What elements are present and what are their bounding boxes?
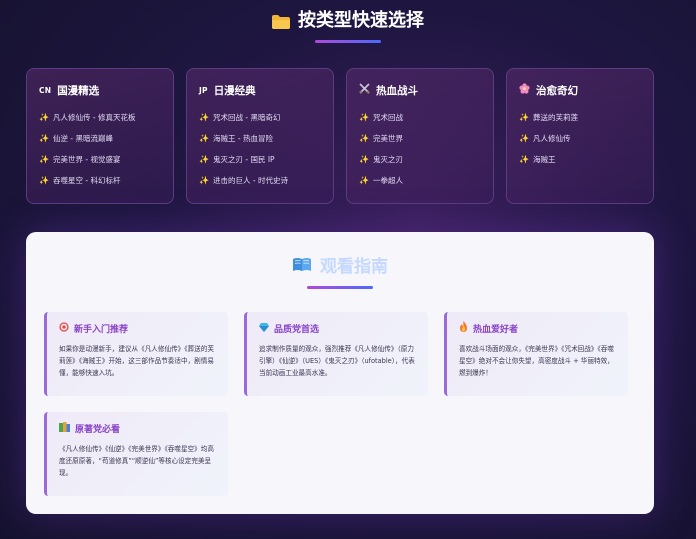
category-item[interactable]: ✨ 一拳超人: [359, 170, 481, 191]
guide-card-action[interactable]: 热血爱好者 喜欢战斗场面的观众，《完美世界》《咒术回战》《吞噬星空》绝对不会让你…: [444, 312, 628, 396]
category-item-label: 进击的巨人 - 时代史诗: [212, 176, 288, 185]
guide-card-text: 如果你是动漫新手，建议从《凡人修仙传》《葬送的芙莉莲》《海贼王》开始，这三部作品…: [59, 345, 214, 377]
category-item-label: 仙逆 - 黑暗流巅峰: [52, 134, 113, 143]
category-head: 热血战斗: [359, 83, 481, 97]
category-card-battle[interactable]: 热血战斗 ✨ 咒术回战 ✨ 完美世界 ✨ 鬼灭之刃 ✨ 一拳超人: [346, 68, 494, 204]
guide-card-source[interactable]: 原著党必看 《凡人修仙传》《仙逆》《完美世界》《吞噬星空》均高度还原原著，“苟道…: [44, 412, 228, 496]
sparkle-icon: ✨: [359, 134, 369, 143]
category-title: 治愈奇幻: [536, 84, 578, 97]
guide-card-quality[interactable]: 品质党首选 追求制作质量的观众，强烈推荐《凡人修仙传》（原力引擎）《仙逆》（UE…: [244, 312, 428, 396]
panel-title-text: 观看指南: [320, 257, 388, 277]
category-card-healing[interactable]: 治愈奇幻 ✨ 葬送的芙莉莲 ✨ 凡人修仙传 ✨ 海贼王: [506, 68, 654, 204]
category-item[interactable]: ✨ 凡人修仙传 - 修真天花板: [39, 107, 161, 128]
header-underline: [315, 40, 381, 43]
open-book-icon: [292, 256, 312, 278]
books-icon: [59, 421, 70, 435]
category-item-label: 凡人修仙传 - 修真天花板: [52, 113, 136, 122]
sparkle-icon: ✨: [359, 155, 369, 164]
guide-card-title: 原著党必看: [59, 421, 218, 435]
category-item[interactable]: ✨ 鬼灭之刃: [359, 149, 481, 170]
guide-card-title-text: 品质党首选: [274, 324, 320, 335]
sparkle-icon: ✨: [39, 155, 49, 164]
guide-card-title-text: 新手入门推荐: [74, 324, 129, 335]
category-item-label: 鬼灭之刃: [372, 155, 403, 164]
guide-card-title-text: 原著党必看: [75, 424, 121, 435]
sparkle-icon: ✨: [199, 155, 209, 164]
category-title: 日漫经典: [213, 84, 256, 97]
guide-card-beginner[interactable]: 新手入门推荐 如果你是动漫新手，建议从《凡人修仙传》《葬送的芙莉莲》《海贼王》开…: [44, 312, 228, 396]
guide-card-title: 热血爱好者: [459, 321, 618, 335]
sparkle-icon: ✨: [199, 134, 209, 143]
jp-flag-icon: JP: [199, 85, 208, 95]
category-head: 治愈奇幻: [519, 83, 641, 97]
viewing-guide-panel: 观看指南 新手入门推荐 如果你是动漫新手，建议从《凡人修仙传》《葬送的芙莉莲》《…: [26, 232, 654, 514]
sparkle-icon: ✨: [519, 134, 529, 143]
category-item[interactable]: ✨ 吞噬星空 - 科幻标杆: [39, 170, 161, 191]
folder-icon: [272, 14, 290, 29]
section-header: 按类型快速选择: [0, 8, 696, 43]
sparkle-icon: ✨: [519, 113, 529, 122]
category-item[interactable]: ✨ 海贼王 - 热血冒险: [199, 128, 321, 149]
category-item-label: 完美世界: [372, 134, 403, 143]
guide-card-title: 新手入门推荐: [59, 321, 218, 335]
category-item-label: 凡人修仙传: [532, 134, 571, 143]
blossom-icon: [519, 83, 530, 97]
guide-card-text: 喜欢战斗场面的观众，《完美世界》《咒术回战》《吞噬星空》绝对不会让你失望，高密度…: [459, 345, 614, 377]
fire-icon: [459, 321, 468, 335]
page-title: 按类型快速选择: [272, 8, 424, 34]
category-item[interactable]: ✨ 凡人修仙传: [519, 128, 641, 149]
sparkle-icon: ✨: [39, 113, 49, 122]
category-item[interactable]: ✨ 咒术回战 - 黑暗奇幻: [199, 107, 321, 128]
category-item-label: 海贼王 - 热血冒险: [212, 134, 273, 143]
category-item[interactable]: ✨ 进击的巨人 - 时代史诗: [199, 170, 321, 191]
category-item-label: 吞噬星空 - 科幻标杆: [52, 176, 121, 185]
category-item[interactable]: ✨ 海贼王: [519, 149, 641, 170]
cn-flag-icon: CN: [39, 85, 52, 95]
target-icon: [59, 321, 69, 335]
category-item[interactable]: ✨ 咒术回战: [359, 107, 481, 128]
category-card-cn[interactable]: CN 国漫精选 ✨ 凡人修仙传 - 修真天花板 ✨ 仙逆 - 黑暗流巅峰 ✨ 完美世界…: [26, 68, 174, 204]
gem-icon: [259, 322, 269, 335]
guide-card-text: 《凡人修仙传》《仙逆》《完美世界》《吞噬星空》均高度还原原著，“苟道修真”“顺逆…: [59, 445, 214, 477]
category-head: CN 国漫精选: [39, 83, 161, 97]
sparkle-icon: ✨: [359, 176, 369, 185]
category-item-label: 鬼灭之刃 - 国民 IP: [212, 155, 275, 164]
header-title-text: 按类型快速选择: [298, 10, 424, 31]
category-item[interactable]: ✨ 鬼灭之刃 - 国民 IP: [199, 149, 321, 170]
category-title: 国漫精选: [57, 84, 100, 97]
crossed-swords-icon: [359, 83, 370, 97]
category-card-jp[interactable]: JP 日漫经典 ✨ 咒术回战 - 黑暗奇幻 ✨ 海贼王 - 热血冒险 ✨ 鬼灭之刃 -…: [186, 68, 334, 204]
category-head: JP 日漫经典: [199, 83, 321, 97]
guide-card-title: 品质党首选: [259, 321, 418, 335]
panel-underline: [307, 286, 373, 289]
sparkle-icon: ✨: [39, 134, 49, 143]
sparkle-icon: ✨: [39, 176, 49, 185]
guide-card-title-text: 热血爱好者: [473, 324, 519, 335]
category-item-label: 咒术回战 - 黑暗奇幻: [212, 113, 281, 122]
category-row: CN 国漫精选 ✨ 凡人修仙传 - 修真天花板 ✨ 仙逆 - 黑暗流巅峰 ✨ 完美世界…: [26, 68, 654, 204]
category-item[interactable]: ✨ 完美世界 - 视觉盛宴: [39, 149, 161, 170]
sparkle-icon: ✨: [519, 155, 529, 164]
sparkle-icon: ✨: [199, 113, 209, 122]
category-item-label: 一拳超人: [372, 176, 403, 185]
sparkle-icon: ✨: [199, 176, 209, 185]
category-title: 热血战斗: [376, 84, 418, 97]
sparkle-icon: ✨: [359, 113, 369, 122]
category-item[interactable]: ✨ 葬送的芙莉莲: [519, 107, 641, 128]
category-item-label: 完美世界 - 视觉盛宴: [52, 155, 121, 164]
guide-card-text: 追求制作质量的观众，强烈推荐《凡人修仙传》（原力引擎）《仙逆》（UES）《鬼灭之…: [259, 345, 415, 377]
panel-title: 观看指南: [292, 256, 388, 278]
panel-header: 观看指南: [26, 256, 654, 289]
category-item-label: 海贼王: [532, 155, 556, 164]
category-item-label: 葬送的芙莉莲: [532, 113, 578, 122]
category-item[interactable]: ✨ 完美世界: [359, 128, 481, 149]
category-item-label: 咒术回战: [372, 113, 403, 122]
category-item[interactable]: ✨ 仙逆 - 黑暗流巅峰: [39, 128, 161, 149]
